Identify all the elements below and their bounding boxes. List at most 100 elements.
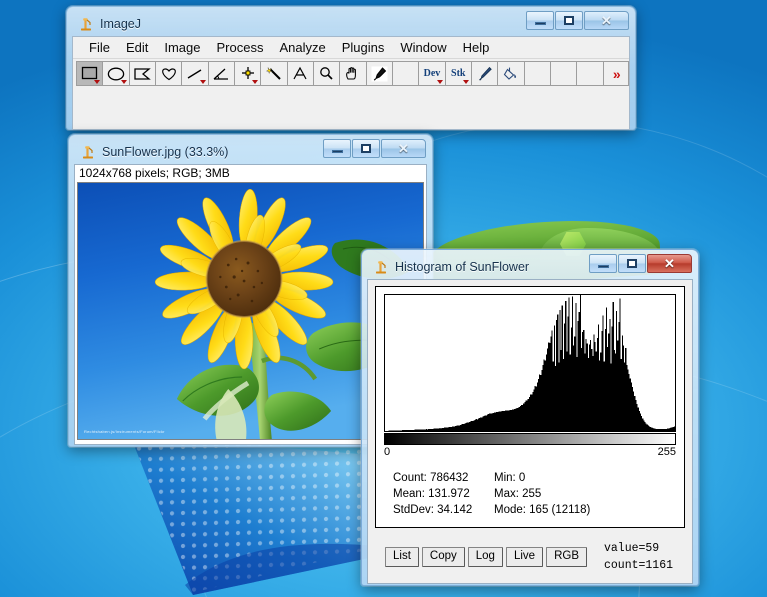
axis-max-label: 255	[657, 446, 676, 458]
histogram-panel: 0 255 Count: 786432 Mean: 131.972 StdDev…	[375, 286, 685, 528]
line-dropdown-icon[interactable]	[199, 80, 206, 84]
imagej-status-bar	[73, 87, 629, 127]
menu-analyze[interactable]: Analyze	[271, 39, 333, 56]
mean-stat: Mean: 131.972	[393, 488, 470, 500]
wand-tool[interactable]	[260, 61, 287, 86]
imagej-title-text: ImageJ	[100, 16, 141, 31]
axis-min-label: 0	[384, 446, 391, 458]
histogram-axis-labels: 0 255	[384, 445, 676, 458]
angle-tool[interactable]	[207, 61, 234, 86]
imagej-minimize-button[interactable]	[526, 11, 554, 30]
sunflower-titlebar[interactable]: SunFlower.jpg (33.3%) ✕	[74, 139, 427, 164]
mode-stat: Mode: 165 (12118)	[494, 504, 591, 516]
histogram-title-text: Histogram of SunFlower	[395, 259, 530, 274]
histogram-window-controls[interactable]: ✕	[588, 254, 692, 273]
sunflower-window-controls[interactable]: ✕	[322, 139, 426, 158]
brush-tool[interactable]	[470, 61, 498, 86]
histogram-statistics: Count: 786432 Mean: 131.972 StdDev: 34.1…	[384, 470, 676, 518]
more-tools-button[interactable]: »	[602, 61, 629, 86]
sunflower-maximize-button[interactable]	[352, 139, 380, 158]
dev-tool-label: Dev	[423, 67, 441, 79]
menu-help[interactable]: Help	[455, 39, 498, 56]
copy-button[interactable]: Copy	[421, 547, 465, 567]
dev-dropdown-icon[interactable]	[436, 80, 443, 84]
oval-tool[interactable]	[102, 61, 129, 86]
grayscale-ramp	[384, 433, 676, 445]
hand-tool[interactable]	[339, 61, 366, 86]
maximize-icon	[361, 144, 371, 153]
windows-logo-flag	[125, 435, 400, 595]
histogram-readout: value=59 count=1161	[604, 540, 673, 574]
rectangle-tool[interactable]	[76, 61, 103, 86]
dropper-tool[interactable]	[365, 61, 392, 86]
text-tool[interactable]	[286, 61, 313, 86]
histogram-titlebar[interactable]: Histogram of SunFlower ✕	[367, 254, 693, 279]
histogram-minimize-button[interactable]	[589, 254, 617, 273]
log-button[interactable]: Log	[467, 547, 503, 567]
rectangle-dropdown-icon[interactable]	[94, 80, 101, 84]
menu-image[interactable]: Image	[156, 39, 208, 56]
magnifier-tool[interactable]	[312, 61, 340, 86]
menu-window[interactable]: Window	[392, 39, 454, 56]
minimize-icon	[534, 21, 546, 25]
imagej-close-button[interactable]: ✕	[584, 11, 629, 30]
menu-file[interactable]: File	[81, 39, 118, 56]
histogram-plot[interactable]	[384, 294, 676, 432]
readout-count: count=1161	[603, 559, 673, 572]
sunflower-minimize-button[interactable]	[323, 139, 351, 158]
polygon-tool[interactable]	[128, 61, 155, 86]
image-info-line: 1024x768 pixels; RGB; 3MB	[75, 165, 426, 182]
oval-dropdown-icon[interactable]	[120, 80, 127, 84]
histogram-maximize-button[interactable]	[618, 254, 646, 273]
microscope-icon	[373, 259, 389, 275]
toolbar-spacer-2	[523, 61, 550, 86]
point-tool[interactable]	[233, 61, 261, 86]
toolbar-spacer-1	[391, 61, 419, 86]
histogram-bars	[385, 295, 675, 431]
menu-plugins[interactable]: Plugins	[334, 39, 393, 56]
close-icon: ✕	[601, 13, 612, 28]
imagej-menubar[interactable]: File Edit Image Process Analyze Plugins …	[73, 37, 629, 59]
imagej-titlebar[interactable]: ImageJ ✕	[72, 11, 630, 36]
imagej-toolbar[interactable]: Dev Stk »	[73, 59, 629, 87]
stk-tool-label: Stk	[451, 67, 466, 79]
imagej-maximize-button[interactable]	[555, 11, 583, 30]
imagej-window-controls[interactable]: ✕	[525, 11, 629, 30]
min-stat: Min: 0	[494, 472, 526, 484]
line-tool[interactable]	[181, 61, 208, 86]
histogram-button-row[interactable]: List Copy Log Live RGB value=59 count=11…	[375, 540, 685, 574]
menu-edit[interactable]: Edit	[118, 39, 156, 56]
dev-tool[interactable]: Dev	[418, 61, 445, 86]
histogram-client-area: 0 255 Count: 786432 Mean: 131.972 StdDev…	[367, 279, 693, 584]
statistics-column-left: Count: 786432 Mean: 131.972 StdDev: 34.1…	[384, 470, 494, 518]
statistics-column-right: Min: 0 Max: 255 Mode: 165 (12118)	[494, 470, 590, 518]
sunflower-title-text: SunFlower.jpg (33.3%)	[102, 144, 229, 159]
sunflower-close-button[interactable]: ✕	[381, 139, 426, 158]
imagej-client-area: File Edit Image Process Analyze Plugins …	[72, 36, 630, 130]
stack-tool[interactable]: Stk	[444, 61, 471, 86]
list-button[interactable]: List	[385, 547, 419, 567]
minimize-icon	[597, 264, 609, 268]
stddev-stat: StdDev: 34.142	[393, 504, 473, 516]
maximize-icon	[564, 16, 574, 25]
desktop-background: ImageJ ✕ File Edit Image Process Analyze…	[0, 0, 767, 597]
minimize-icon	[331, 149, 343, 153]
flood-fill-tool[interactable]	[497, 61, 524, 86]
toolbar-spacer-3	[549, 61, 577, 86]
microscope-icon	[80, 144, 96, 160]
histogram-close-button[interactable]: ✕	[647, 254, 692, 273]
close-icon: ✕	[664, 256, 675, 271]
menu-process[interactable]: Process	[209, 39, 272, 56]
toolbar-spacer-4	[576, 61, 603, 86]
freehand-tool[interactable]	[154, 61, 182, 86]
stk-dropdown-icon[interactable]	[462, 80, 469, 84]
close-icon: ✕	[398, 141, 409, 156]
microscope-icon	[78, 16, 94, 32]
rgb-button[interactable]: RGB	[546, 547, 587, 567]
imagej-main-window[interactable]: ImageJ ✕ File Edit Image Process Analyze…	[66, 6, 636, 130]
live-button[interactable]: Live	[505, 547, 544, 567]
image-credit-text: Rechtshaben.js/Instruments/Forum/Flickr	[84, 429, 165, 434]
maximize-icon	[627, 259, 637, 268]
point-dropdown-icon[interactable]	[252, 80, 259, 84]
histogram-window[interactable]: Histogram of SunFlower ✕ 0 255 Count: 78…	[361, 249, 699, 586]
